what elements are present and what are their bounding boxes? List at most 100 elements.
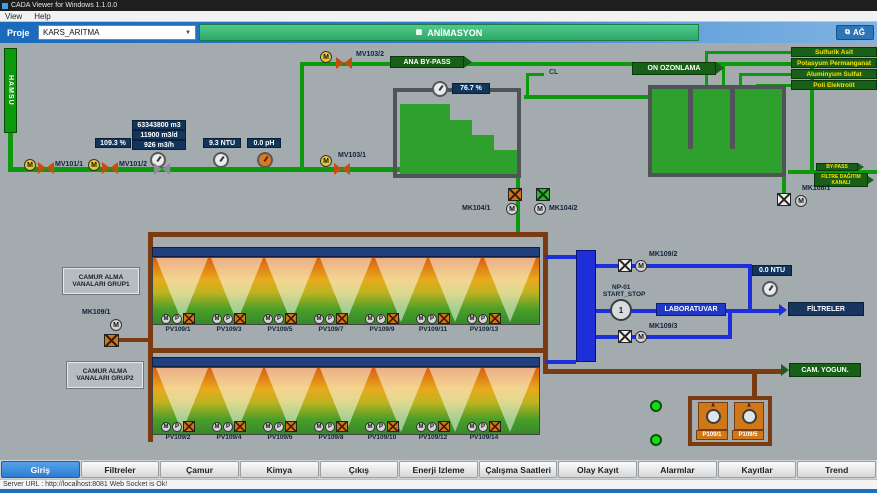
mk104-2-valve-icon[interactable] (536, 188, 550, 201)
valve-pv109-6[interactable]: MP PV109/6 (255, 421, 305, 441)
valve-icon (336, 421, 348, 432)
cascade-tank (393, 88, 521, 178)
mk109-3-motor[interactable]: M (635, 331, 647, 343)
animation-button-label: ANİMASYON (427, 27, 483, 38)
tab-calisma-saatleri[interactable]: Çalışma Saatleri (478, 461, 558, 478)
pump-indicator: P (376, 313, 386, 324)
mk109-1-motor[interactable]: M (110, 319, 122, 331)
mv103-2-valve-icon[interactable] (336, 57, 352, 69)
menu-view[interactable]: View (5, 12, 22, 21)
mk104-inlet-pipe (516, 178, 520, 188)
tab-alarmlar[interactable]: Alarmlar (638, 461, 717, 478)
sludge-group2-label: CAMUR ALMA VANALARI GRUP2 (66, 361, 144, 389)
menu-help[interactable]: Help (34, 12, 50, 21)
sludge-out-pipe (543, 369, 757, 374)
tab-olay-kayit[interactable]: Olay Kayıt (558, 461, 638, 478)
valve-pv109-7[interactable]: MP PV109/7 (306, 313, 356, 333)
tab-cikis[interactable]: Çıkış (319, 461, 399, 478)
status-lamp-1 (650, 400, 662, 412)
mk104-1-valve-icon[interactable] (508, 188, 522, 201)
mv101-2-motor[interactable]: M (88, 159, 100, 171)
network-icon: ⧉ (845, 29, 850, 36)
pump-indicator: P (376, 421, 386, 432)
pump-indicator: P (223, 313, 233, 324)
valve-icon (489, 421, 501, 432)
mk109-1-valve-icon[interactable] (104, 334, 119, 347)
animation-button[interactable]: ▦ ANİMASYON (199, 24, 699, 41)
pump-indicator: P (172, 313, 182, 324)
filtreler-pipe (752, 309, 780, 313)
mk108-1-motor[interactable]: M (795, 195, 807, 207)
valve-label: PV109/8 (318, 434, 344, 441)
mk104-1-motor[interactable]: M (506, 203, 518, 215)
clarifier2-collector (152, 357, 540, 367)
tab-trend[interactable]: Trend (797, 461, 877, 478)
network-button[interactable]: ⧉ AĞ (836, 25, 874, 40)
mk109-3-riser-pipe (728, 313, 732, 339)
laboratuvar-button[interactable]: LABORATUVAR (656, 303, 726, 316)
raw-water-pipe (8, 133, 13, 171)
project-select[interactable]: KARS_ARITMA ▼ (38, 25, 196, 40)
mv101-1-motor[interactable]: M (24, 159, 36, 171)
pump-impeller-icon (705, 409, 721, 424)
mk109-2-valve-icon[interactable] (618, 259, 632, 272)
valve-label: PV109/12 (418, 434, 448, 441)
valve-icon (336, 313, 348, 324)
pump-p109-5-label: P109/5 (732, 430, 764, 440)
project-select-value: KARS_ARITMA (43, 28, 100, 37)
pump-p109-1[interactable]: A (698, 402, 728, 430)
chemical-label-permanganat: Potasyum Permanganat (791, 58, 877, 68)
mv103-2-motor[interactable]: M (320, 51, 332, 63)
valve-pv109-10[interactable]: MP PV109/10 (357, 421, 407, 441)
valve-pv109-8[interactable]: MP PV109/8 (306, 421, 356, 441)
inline-valve-icon[interactable] (154, 163, 170, 175)
motor-indicator: M (416, 421, 426, 432)
mv101-2-valve-icon[interactable] (102, 162, 118, 174)
valve-icon (387, 421, 399, 432)
mv103-1-valve-icon[interactable] (334, 163, 350, 175)
tab-giris[interactable]: Giriş (1, 461, 80, 478)
valve-pv109-13[interactable]: MP PV109/13 (459, 313, 509, 333)
valve-label: PV109/1 (165, 326, 191, 333)
valve-pv109-5[interactable]: MP PV109/5 (255, 313, 305, 333)
level-gauge-icon (432, 81, 448, 97)
tab-kimya[interactable]: Kimya (239, 461, 319, 478)
filtreler-button[interactable]: FİLTRELER (788, 302, 864, 316)
motor-indicator: M (263, 421, 273, 432)
mk109-2-motor[interactable]: M (635, 260, 647, 272)
valve-pv109-1[interactable]: MP PV109/1 (153, 313, 203, 333)
bypass-out-arrow-icon (858, 163, 864, 171)
mk108-1-valve-icon[interactable] (777, 193, 791, 206)
mv103-1-motor[interactable]: M (320, 155, 332, 167)
chemical-label-sulfurik: Sulfurik Asit (791, 47, 877, 57)
tab-filtreler[interactable]: Filtreler (80, 461, 160, 478)
valve-pv109-9[interactable]: MP PV109/9 (357, 313, 407, 333)
cam-yogun-button[interactable]: CAM. YOGUN. (789, 363, 861, 377)
mk104-2-motor[interactable]: M (534, 203, 546, 215)
tab-kayitlar[interactable]: Kayıtlar (717, 461, 797, 478)
pump-p109-5[interactable]: A (734, 402, 764, 430)
ana-bypass-label: ANA BY-PASS (390, 56, 464, 68)
mk109-3-valve-icon[interactable] (618, 330, 632, 343)
app-icon (2, 2, 8, 9)
mv101-1-valve-icon[interactable] (38, 162, 54, 174)
mv101-2-label: MV101/2 (119, 161, 148, 168)
np01-pump[interactable]: 1 (610, 299, 632, 321)
cl-label: CL (549, 69, 559, 76)
title-bar[interactable]: CADA Viewer for Windows 1.1.0.0 (0, 0, 877, 11)
motor-indicator: M (263, 313, 273, 324)
tab-enerji-izleme[interactable]: Enerji Izleme (399, 461, 478, 478)
tab-camur[interactable]: Çamur (160, 461, 239, 478)
chemical-label-aluminyum: Aluminyum Sulfat (791, 69, 877, 79)
ntu-in-indicator: 9.3 NTU (203, 138, 241, 148)
valve-pv109-14[interactable]: MP PV109/14 (459, 421, 509, 441)
valve-pv109-4[interactable]: MP PV109/4 (204, 421, 254, 441)
chemical-label-polielektrolit: Poli Elektrolit (791, 80, 877, 90)
valve-label: PV109/13 (469, 326, 499, 333)
valve-pv109-12[interactable]: MP PV109/12 (408, 421, 458, 441)
valve-pv109-11[interactable]: MP PV109/11 (408, 313, 458, 333)
tank-water-fill (400, 104, 450, 174)
valve-pv109-2[interactable]: MP PV109/2 (153, 421, 203, 441)
pump-indicator: P (223, 421, 233, 432)
valve-pv109-3[interactable]: MP PV109/3 (204, 313, 254, 333)
